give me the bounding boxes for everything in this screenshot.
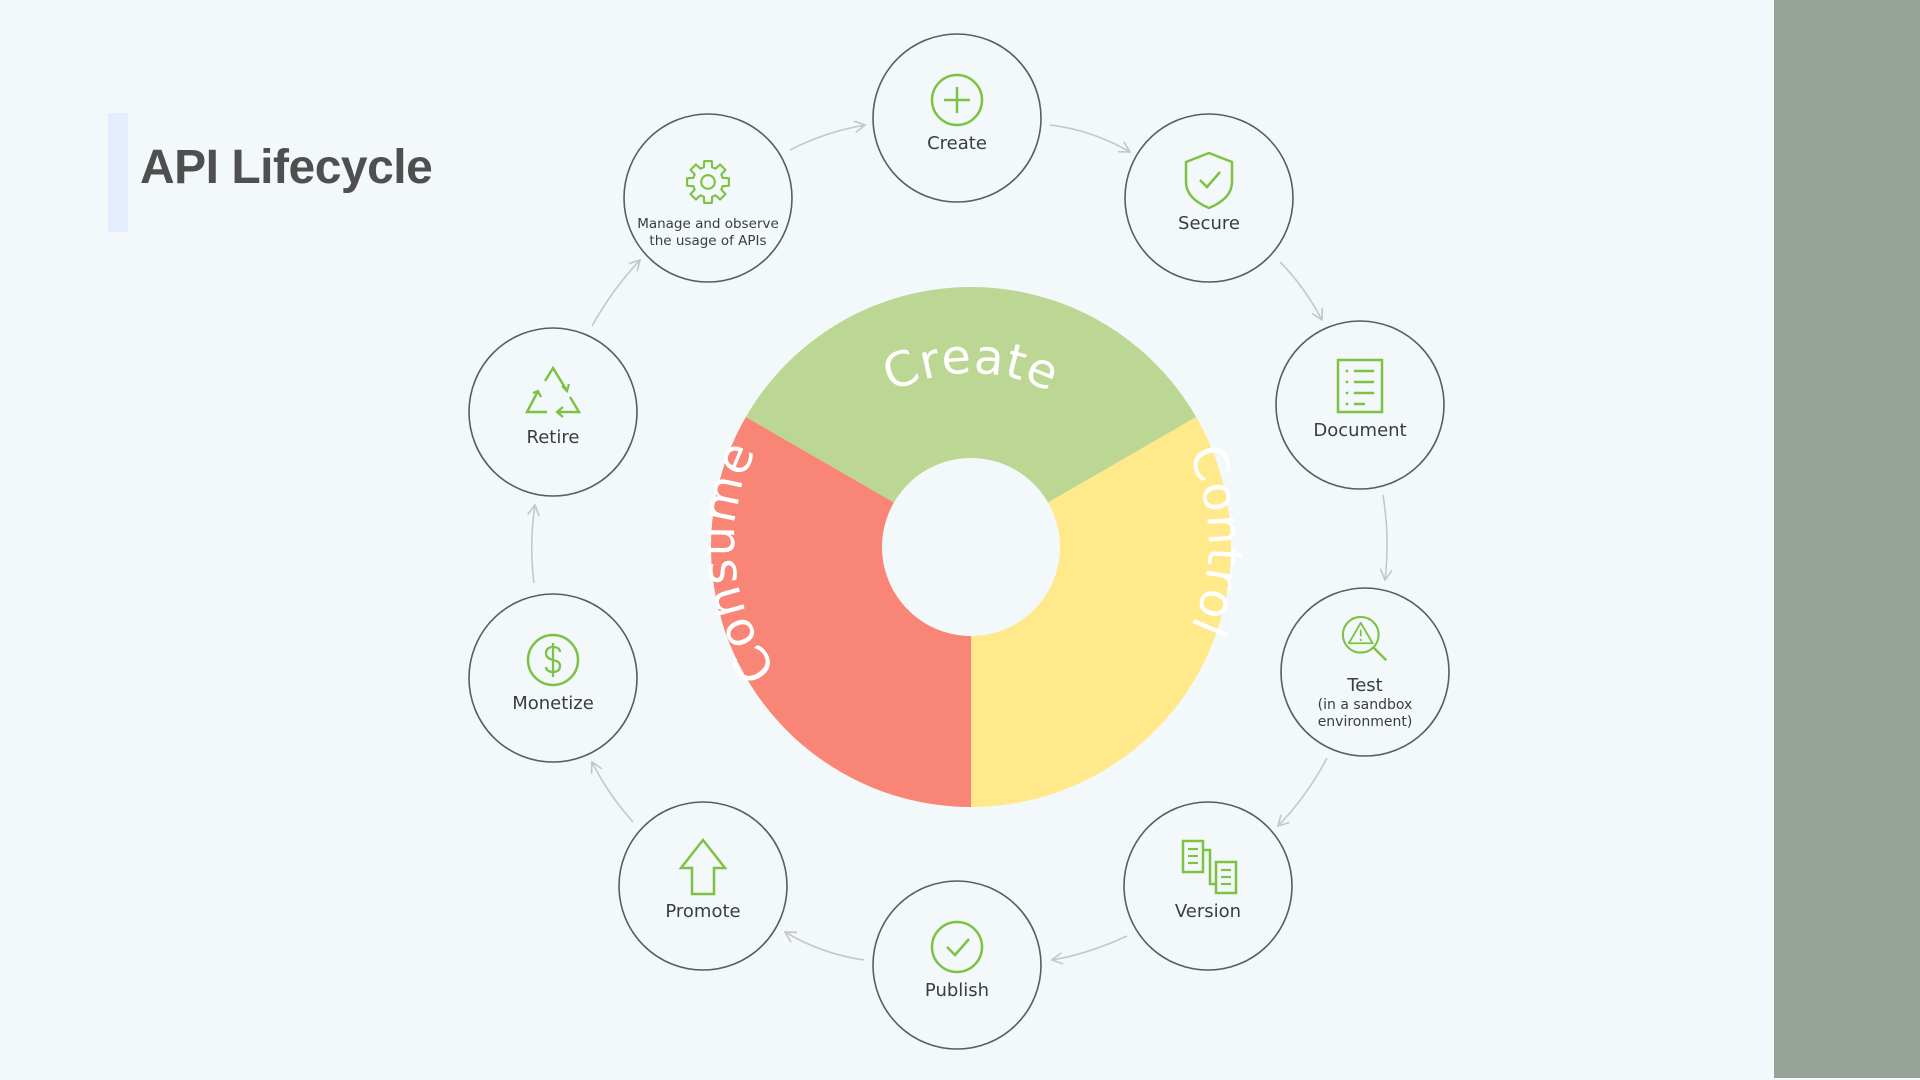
flow-arrow — [591, 260, 640, 327]
node-circle — [1124, 113, 1294, 283]
node-circle — [468, 593, 638, 763]
node-circle — [623, 113, 793, 283]
node-publish: Publish — [872, 880, 1042, 1050]
node-label: the usage of APIs — [649, 233, 766, 249]
versions-icon — [1181, 839, 1238, 895]
node-circle — [468, 327, 638, 497]
node-circle — [872, 33, 1042, 203]
flow-arrow — [592, 762, 634, 823]
node-document: Document — [1275, 320, 1445, 490]
node-label: Create — [927, 133, 987, 154]
node-promote: Promote — [618, 801, 788, 971]
node-circle — [872, 880, 1042, 1050]
node-label: Retire — [527, 427, 580, 448]
node-label: Manage and observe — [637, 216, 779, 232]
node-label: Secure — [1178, 213, 1240, 234]
node-manage: Manage and observethe usage of APIs — [623, 113, 793, 283]
flow-arrow — [789, 125, 865, 151]
gear-icon — [686, 160, 730, 204]
node-version: Version — [1123, 801, 1293, 971]
flow-arrows — [532, 125, 1387, 960]
flow-arrow — [1278, 757, 1328, 826]
lifecycle-nodes: Create Secure Document Test(in a sandboxenv… — [468, 33, 1450, 1050]
node-label: Monetize — [512, 693, 594, 714]
flow-arrow — [785, 932, 865, 961]
node-label: Publish — [925, 980, 989, 1001]
document-list-icon — [1336, 358, 1384, 414]
node-circle — [1280, 587, 1450, 757]
arrow-up-icon — [678, 837, 728, 896]
dollar-circle-icon — [526, 633, 580, 687]
node-circle — [618, 801, 788, 971]
node-label: environment) — [1318, 714, 1413, 730]
magnifier-warning-icon — [1341, 615, 1388, 662]
flow-arrow — [1052, 935, 1128, 960]
shield-check-icon — [1184, 151, 1234, 210]
node-label: (in a sandbox — [1318, 697, 1413, 713]
node-secure: Secure — [1124, 113, 1294, 283]
lifecycle-diagram: Create Control Consume CreateSecureDocum… — [468, 33, 1450, 1050]
node-label: Version — [1175, 901, 1241, 922]
check-circle-icon — [930, 920, 984, 974]
flow-arrow — [532, 505, 535, 584]
node-retire: Retire — [468, 327, 638, 497]
node-circle — [1123, 801, 1293, 971]
node-label: Promote — [665, 901, 740, 922]
recycle-icon — [524, 365, 582, 418]
flow-arrow — [1383, 494, 1387, 580]
node-create: Create — [872, 33, 1042, 203]
flow-arrow — [1049, 124, 1130, 152]
node-label: Test — [1346, 675, 1382, 696]
plus-circle-icon — [930, 73, 984, 127]
node-label: Document — [1313, 420, 1406, 441]
flow-arrow — [1279, 261, 1322, 320]
node-test: Test(in a sandboxenvironment) — [1280, 587, 1450, 757]
node-monetize: Monetize — [468, 593, 638, 763]
